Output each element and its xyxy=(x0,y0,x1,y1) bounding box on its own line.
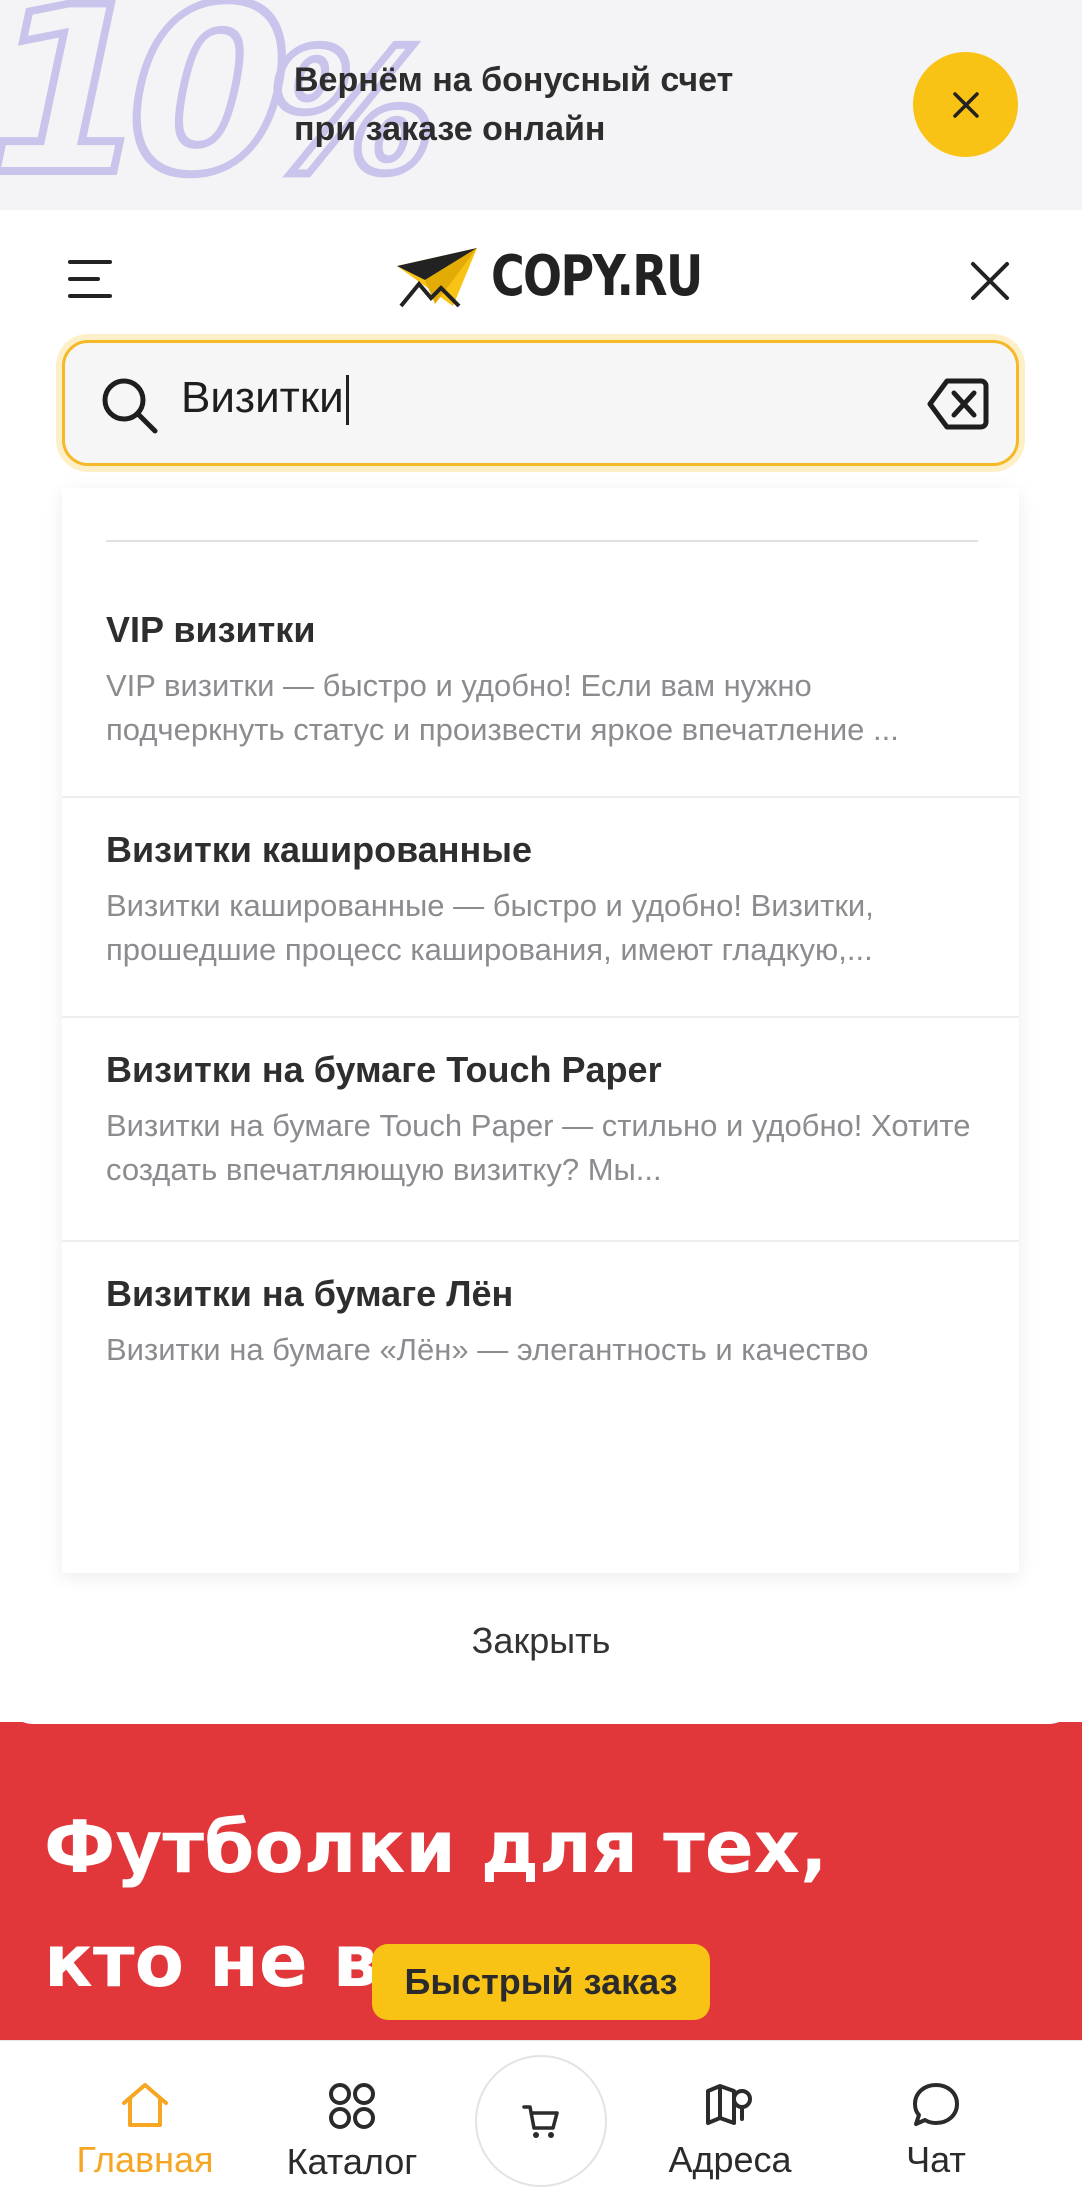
promo-text: Вернём на бонусный счет при заказе онлай… xyxy=(294,56,733,154)
result-title: Визитки кашированные xyxy=(106,829,533,870)
nav-home[interactable]: Главная xyxy=(55,2081,235,2181)
result-description: Визитки на бумаге Touch Paper — стильно … xyxy=(106,1108,971,1187)
logo-text: COPY.RU xyxy=(491,244,703,309)
bottom-nav: Главная Каталог Адреса Чат xyxy=(0,2040,1082,2202)
chat-icon xyxy=(913,2083,959,2126)
nav-addresses-label: Адреса xyxy=(668,2139,792,2180)
home-icon xyxy=(122,2083,168,2127)
nav-catalog-label: Каталог xyxy=(286,2141,418,2182)
header-close-button[interactable] xyxy=(965,256,1015,306)
search-result-item[interactable]: Визитки на бумаге Лён Визитки на бумаге … xyxy=(62,1272,1019,1392)
menu-button[interactable] xyxy=(66,254,116,304)
nav-catalog[interactable]: Каталог xyxy=(262,2081,442,2183)
promo-line-1: Вернём на бонусный счет xyxy=(294,61,734,99)
nav-home-label: Главная xyxy=(76,2139,214,2180)
search-input-value: Визитки xyxy=(181,373,344,422)
result-description: Визитки кашированные — быстро и удобно! … xyxy=(106,888,874,967)
promo-close-button[interactable] xyxy=(913,52,1018,157)
text-caret xyxy=(345,375,349,426)
promo-line-2: при заказе онлайн xyxy=(294,110,606,148)
divider xyxy=(106,540,978,542)
search-result-item[interactable]: Визитки на бумаге Touch Paper Визитки на… xyxy=(62,1048,1019,1242)
catalog-icon xyxy=(329,2083,375,2129)
map-icon xyxy=(706,2084,752,2125)
nav-addresses[interactable]: Адреса xyxy=(640,2081,820,2181)
nav-chat[interactable]: Чат xyxy=(846,2081,1026,2181)
result-description: VIP визитки — быстро и удобно! Если вам … xyxy=(106,668,899,747)
clear-search-button[interactable] xyxy=(927,375,989,433)
cart-button[interactable] xyxy=(475,2055,607,2187)
logo[interactable]: COPY.RU xyxy=(395,244,748,309)
result-title: Визитки на бумаге Лён xyxy=(106,1273,514,1314)
tshirt-promo-line-1: Футболки для тех, xyxy=(44,1805,828,1889)
search-icon xyxy=(102,378,158,434)
result-title: Визитки на бумаге Touch Paper xyxy=(106,1049,662,1090)
nav-chat-label: Чат xyxy=(906,2139,966,2180)
cart-icon xyxy=(522,2105,559,2138)
search-box[interactable]: Визитки xyxy=(62,340,1019,466)
search-result-item[interactable]: VIP визитки VIP визитки — быстро и удобн… xyxy=(62,608,1019,798)
close-icon xyxy=(952,91,979,118)
search-input[interactable]: Визитки xyxy=(181,373,821,437)
logo-plane-icon xyxy=(397,247,477,307)
search-result-item[interactable]: Визитки кашированные Визитки кашированны… xyxy=(62,828,1019,1018)
result-description: Визитки на бумаге «Лён» — элегантность и… xyxy=(106,1332,869,1367)
promo-banner[interactable]: 10% Вернём на бонусный счет при заказе о… xyxy=(0,0,1082,210)
clear-input-icon xyxy=(927,378,989,430)
result-title: VIP визитки xyxy=(106,609,316,650)
panel-bottom-edge xyxy=(0,1672,1082,1724)
quick-order-button[interactable]: Быстрый заказ xyxy=(372,1944,710,2020)
header: COPY.RU xyxy=(0,210,1082,330)
search-results: VIP визитки VIP визитки — быстро и удобн… xyxy=(62,488,1019,1573)
close-icon xyxy=(971,262,1009,300)
close-search-button[interactable]: Закрыть xyxy=(0,1620,1082,1662)
menu-icon xyxy=(68,260,112,298)
